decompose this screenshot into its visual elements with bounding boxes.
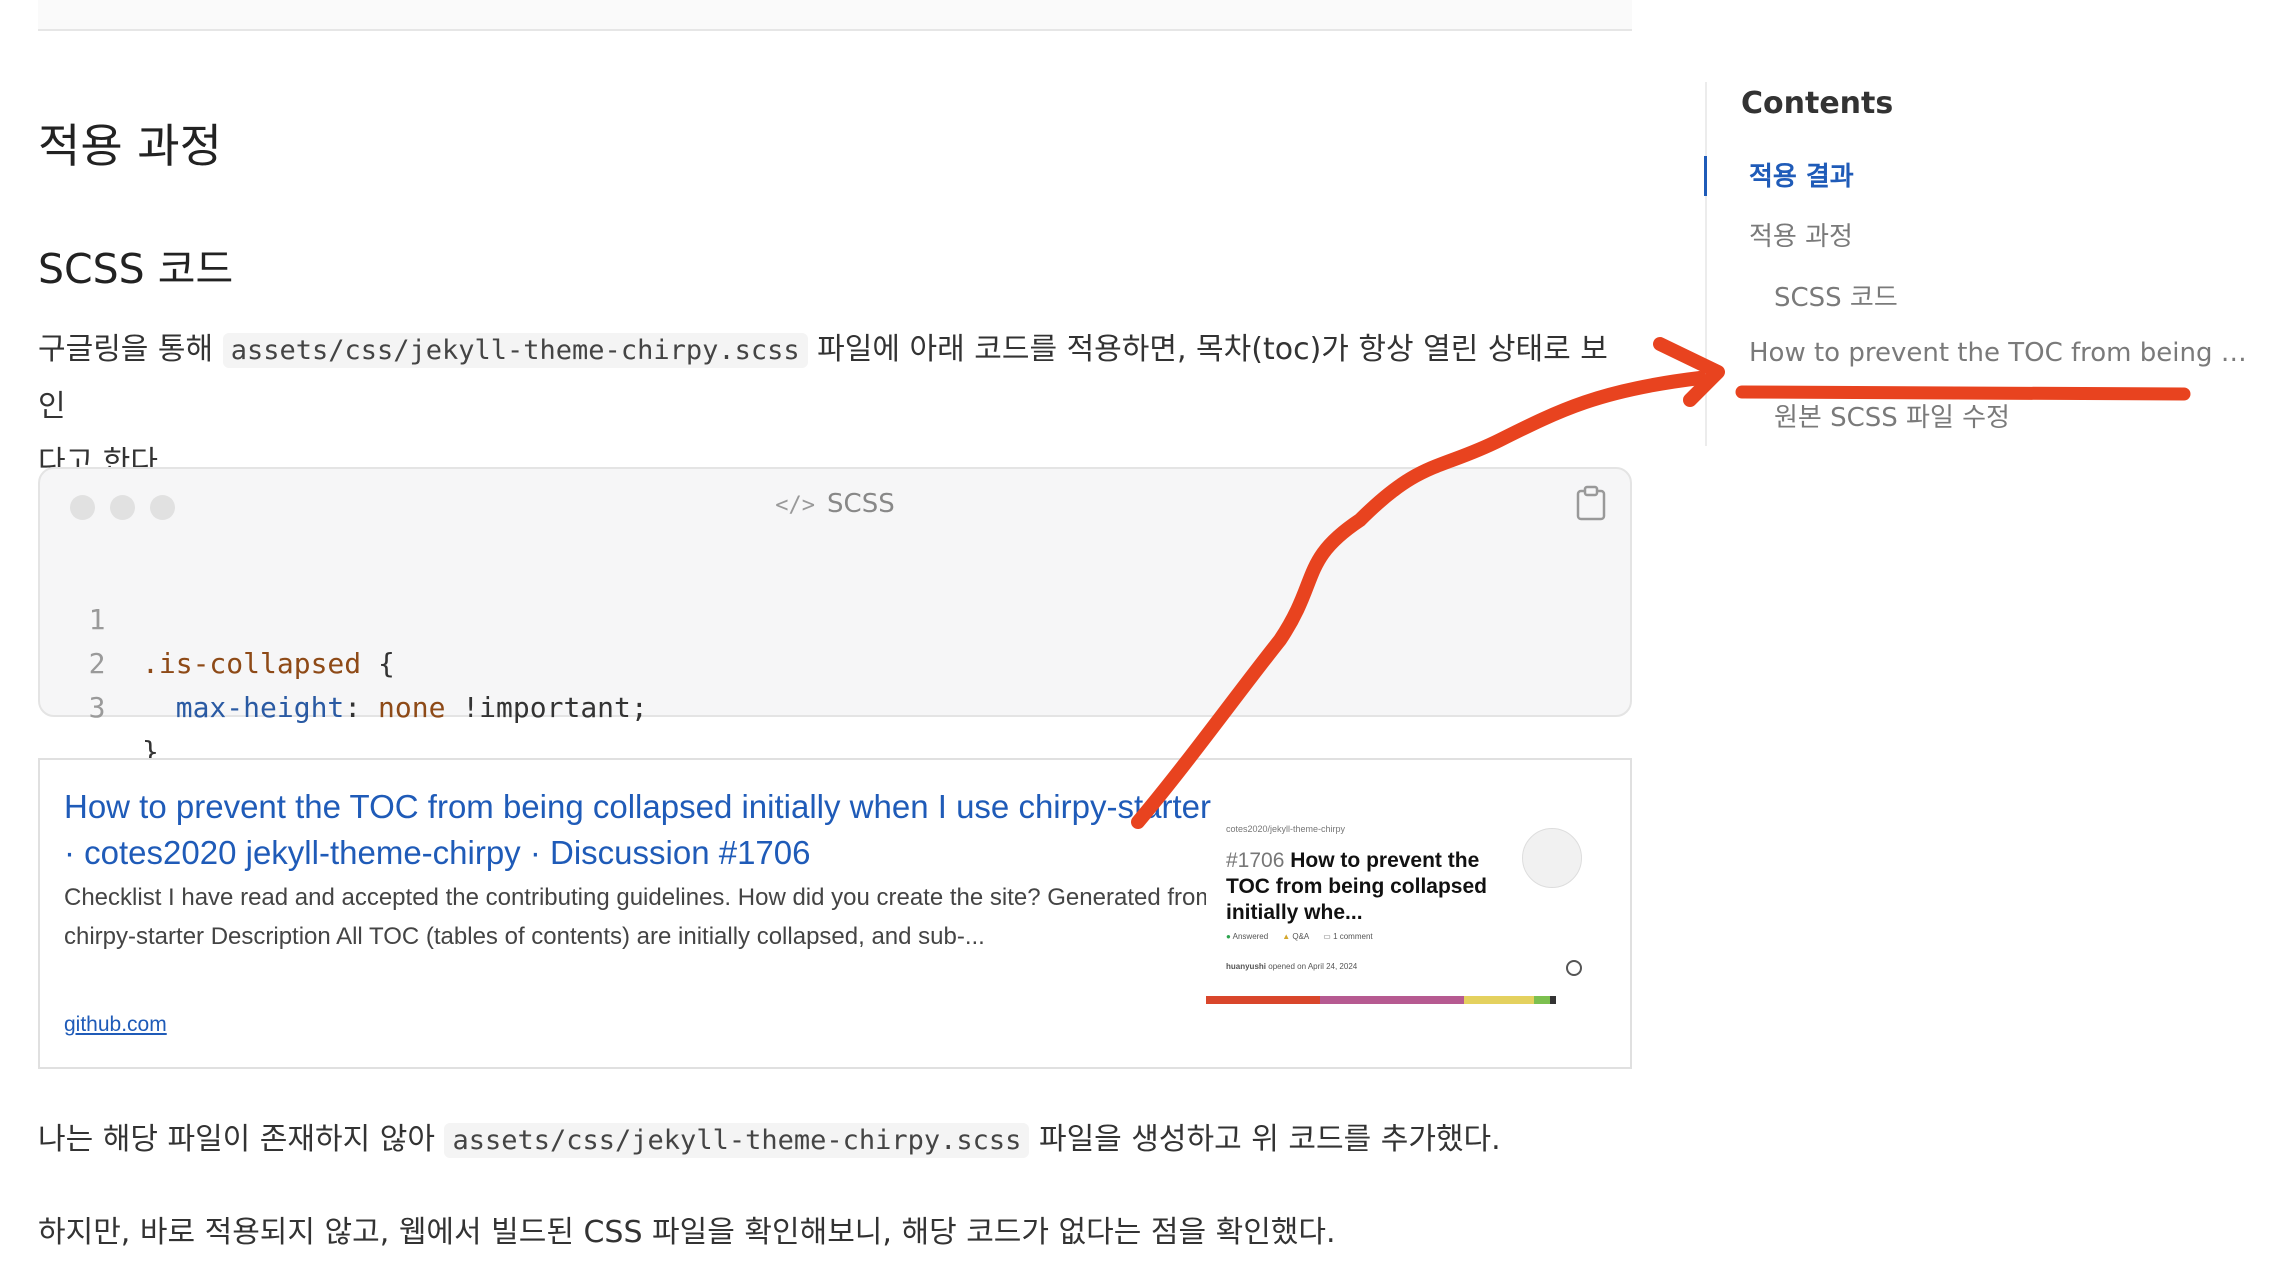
paragraph-intro: 구글링을 통해 assets/css/jekyll-theme-chirpy.s… [38,322,1632,491]
link-card-title[interactable]: How to prevent the TOC from being collap… [64,784,1224,876]
code-line: 1 .is-collapsed { [40,554,395,680]
code-colon: : [344,691,379,724]
code-brace-open: { [361,647,395,680]
code-value: none [378,691,446,724]
paragraph-intro-text-1: 구글링을 통해 [38,332,223,367]
code-important: !important; [445,691,648,724]
toc-item-edit-original-scss[interactable]: 원본 SCSS 파일 수정 [1774,397,2010,434]
inline-code-path: assets/css/jekyll-theme-chirpy.scss [444,1123,1030,1158]
thumbnail-user: huanyushi opened on April 24, 2024 [1226,962,1358,971]
code-line: 3 } [40,642,175,768]
thumbnail-meta-answered: ● Answered [1226,932,1269,941]
thumbnail-title: #1706 How to prevent the TOC from being … [1226,848,1496,926]
code-property: max-height [175,691,345,724]
paragraph-created-text-2: 파일을 생성하고 위 코드를 추가했다. [1029,1122,1501,1157]
link-card-thumbnail[interactable]: cotes2020/jekyll-theme-chirpy #1706 How … [1206,812,1612,1004]
color-bar-segment [1534,996,1550,1004]
paragraph-not-applied: 하지만, 바로 적용되지 않고, 웹에서 빌드된 CSS 파일을 확인해보니, … [38,1215,1336,1250]
thumbnail-meta-category: ▲ Q&A [1282,932,1310,941]
toc-heading: Contents [1741,86,1894,121]
section-heading-apply-process: 적용 과정 [38,119,222,173]
toc-active-marker [1704,156,1707,196]
code-icon: </> [775,493,816,518]
color-bar-segment [1320,996,1464,1004]
table-of-contents: Contents 적용 결과 적용 과정 SCSS 코드 How to prev… [1704,82,2247,446]
thumbnail-repo: cotes2020/jekyll-theme-chirpy [1226,824,1346,834]
code-language-text: SCSS [827,489,895,519]
color-bar-segment [1464,996,1534,1004]
code-line: 2 max-height: none !important; [40,598,648,724]
toc-item-how-to-prevent[interactable]: How to prevent the TOC from being … [1749,338,2247,368]
thumbnail-meta: ● Answered ▲ Q&A ▭ 1 comment [1226,932,1373,941]
clipboard-icon[interactable] [1576,485,1606,521]
thumbnail-color-bar [1206,996,1612,1004]
code-lines: 1 .is-collapsed { 2 max-height: none !im… [40,554,648,768]
subsection-heading-scss-code: SCSS 코드 [38,245,234,293]
line-number: 3 [88,691,106,724]
link-card-description: Checklist I have read and accepted the c… [64,884,1216,950]
toc-item-apply-result[interactable]: 적용 결과 [1749,156,1854,193]
thumbnail-number: #1706 [1226,849,1285,872]
code-language-label: </> SCSS [40,489,1630,519]
paragraph-created-file: 나는 해당 파일이 존재하지 않아 assets/css/jekyll-them… [38,1114,1501,1158]
color-bar-segment [1206,996,1320,1004]
thumbnail-avatar [1522,828,1582,888]
link-card-url[interactable]: github.com [64,1013,167,1037]
inline-code-path: assets/css/jekyll-theme-chirpy.scss [222,333,808,368]
code-block: </> SCSS 1 .is-collapsed { 2 max-height: … [38,467,1632,768]
toc-item-apply-process[interactable]: 적용 과정 [1749,216,1853,253]
top-divider-bar [38,0,1632,31]
paragraph-created-text-1: 나는 해당 파일이 존재하지 않아 [38,1122,445,1157]
color-bar-segment [1550,996,1556,1004]
link-preview-card[interactable]: How to prevent the TOC from being collap… [38,758,1632,1069]
github-icon [1566,960,1582,976]
toc-item-scss-code[interactable]: SCSS 코드 [1774,277,1898,314]
code-selector: .is-collapsed [142,647,362,680]
thumbnail-meta-comments: ▭ 1 comment [1323,932,1373,941]
